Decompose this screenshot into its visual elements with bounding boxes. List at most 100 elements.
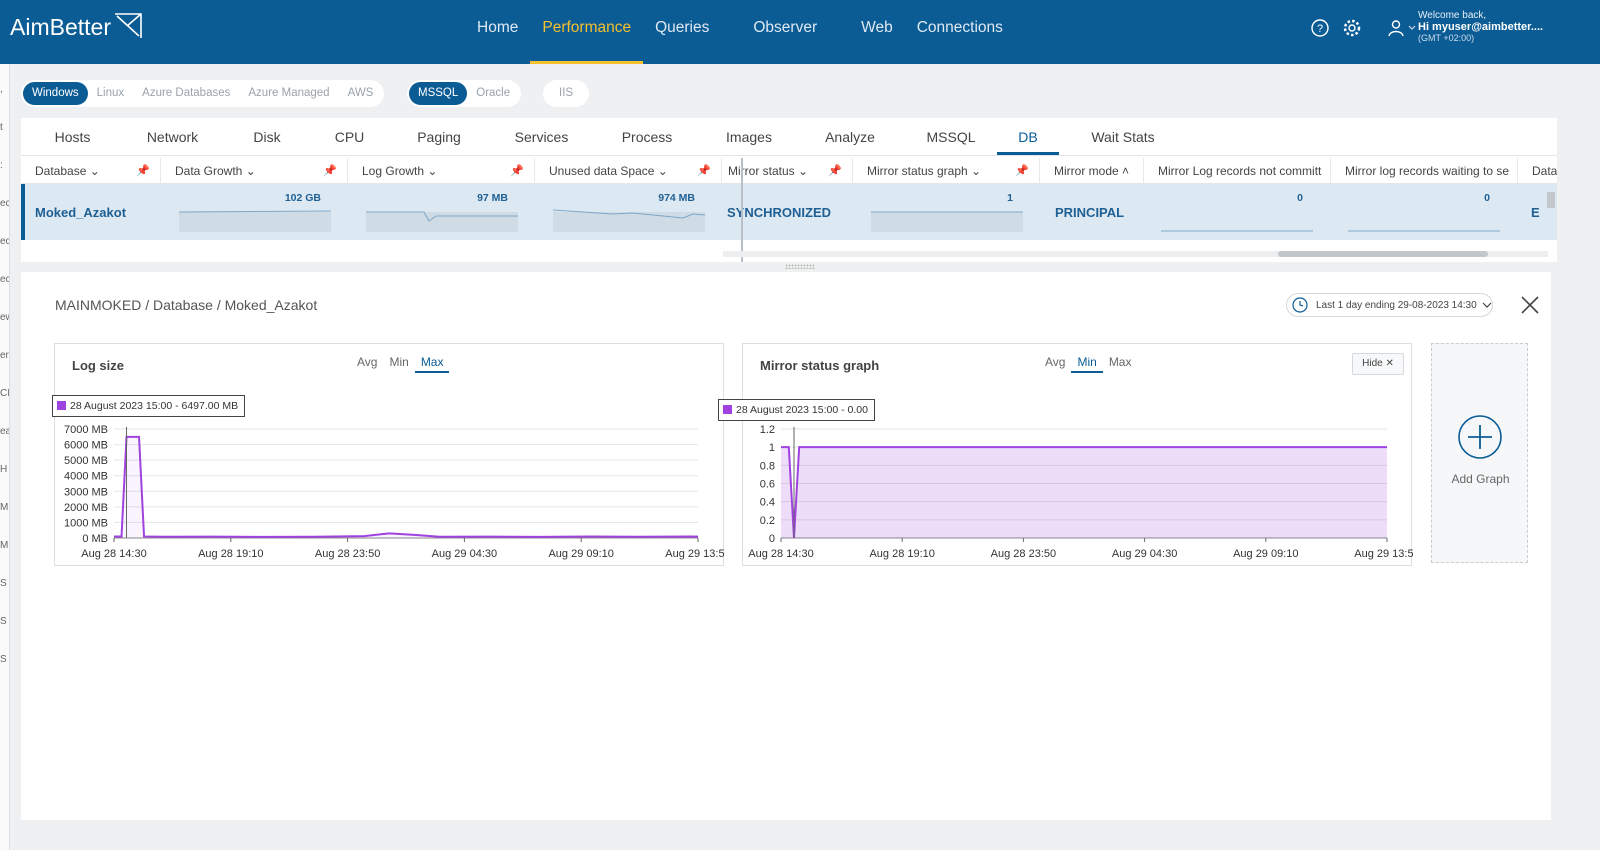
user-block[interactable]: Welcome back, Hi myuser@aimbetter.... (G…: [1418, 10, 1543, 43]
nav-queries[interactable]: Queries: [643, 0, 721, 64]
tab-analyze[interactable]: Analyze: [795, 118, 905, 155]
sidebar-item-stub[interactable]: ec: [0, 274, 9, 285]
tab-network[interactable]: Network: [124, 118, 221, 155]
data-growth-sparkline: [179, 210, 332, 232]
sidebar-item-stub[interactable]: S: [0, 654, 7, 665]
nav-performance[interactable]: Performance: [530, 0, 644, 64]
sidebar-item-stub[interactable]: t: [0, 122, 3, 133]
filter-azure-managed[interactable]: Azure Managed: [239, 82, 338, 105]
filter-azure-databases[interactable]: Azure Databases: [133, 82, 239, 105]
pinned-divider: [741, 158, 743, 262]
nav-home[interactable]: Home: [465, 0, 530, 64]
sidebar-item-stub[interactable]: ec: [0, 198, 9, 209]
sidebar-item-stub[interactable]: M: [0, 502, 8, 513]
nav-web[interactable]: Web: [849, 0, 905, 64]
breadcrumb: MAINMOKED / Database / Moked_Azakot: [55, 297, 318, 313]
sidebar-item-stub[interactable]: S: [0, 578, 7, 589]
sidebar-item-stub[interactable]: :: [0, 160, 3, 171]
sidebar-item-stub[interactable]: S: [0, 616, 7, 627]
add-graph-button[interactable]: Add Graph: [1431, 343, 1528, 563]
pin-icon[interactable]: 📌: [136, 158, 150, 184]
logo-mark-icon: [114, 12, 142, 38]
y-tick-label: 3000 MB: [64, 486, 108, 498]
tab-cpu[interactable]: CPU: [313, 118, 386, 155]
logo[interactable]: AimBetter: [10, 12, 143, 41]
pin-icon[interactable]: 📌: [323, 158, 337, 184]
user-icon[interactable]: [1386, 18, 1406, 38]
tab-disk[interactable]: Disk: [221, 118, 313, 155]
table-row[interactable]: Moked_Azakot 102 GB 97 MB 974 MB SYNCHRO…: [21, 184, 1557, 240]
col-label: Database: [35, 164, 87, 178]
pin-icon[interactable]: 📌: [510, 158, 524, 184]
y-tick-label: 0.4: [760, 497, 775, 509]
vertical-scrollbar[interactable]: [1547, 192, 1555, 208]
filter-iis[interactable]: IIS: [545, 82, 587, 105]
sidebar-item-stub[interactable]: M: [0, 540, 8, 551]
x-tick-label: Aug 28 23:50: [991, 548, 1056, 560]
y-tick-label: 1: [769, 442, 775, 454]
x-tick-label: Aug 28 23:50: [315, 548, 380, 560]
col-database[interactable]: Database ⌄ 📌: [21, 158, 161, 184]
plus-circle-icon: [1458, 415, 1502, 459]
time-range-select[interactable]: Last 1 day ending 29-08-2023 14:30: [1286, 293, 1493, 317]
tab-paging[interactable]: Paging: [386, 118, 492, 155]
help-icon[interactable]: ?: [1310, 18, 1330, 38]
tab-process[interactable]: Process: [591, 118, 703, 155]
nav-observer[interactable]: Observer: [741, 0, 829, 64]
col-label: Unused data Space: [549, 164, 655, 178]
y-tick-label: 0 MB: [82, 533, 108, 545]
tab-wait-stats[interactable]: Wait Stats: [1059, 118, 1187, 155]
sidebar-item-stub[interactable]: er: [0, 350, 9, 361]
filter-aws[interactable]: AWS: [339, 82, 383, 105]
gear-icon[interactable]: [1342, 18, 1362, 38]
cell-log-not-committed: 0: [1161, 184, 1315, 240]
col-mirror-log-not-committed[interactable]: Mirror Log records not committ: [1144, 158, 1331, 184]
sidebar-item-stub[interactable]: ew: [0, 312, 9, 323]
pin-icon[interactable]: 📌: [828, 158, 842, 184]
tab-hosts[interactable]: Hosts: [21, 118, 124, 155]
panel-resize-handle[interactable]: [785, 264, 815, 269]
col-label: Mirror log records waiting to se: [1345, 164, 1510, 178]
chevron-down-icon[interactable]: [1408, 24, 1416, 32]
col-unused-space[interactable]: Unused data Space ⌄ 📌: [535, 158, 722, 184]
pin-icon[interactable]: 📌: [1015, 158, 1029, 184]
x-tick-label: Aug 29 04:30: [1112, 548, 1177, 560]
tab-db[interactable]: DB: [997, 118, 1059, 155]
left-sidebar-collapsed[interactable]: , t: ec ec ec ew er CI ea H M M S S S: [0, 64, 10, 850]
database-name[interactable]: Moked_Azakot: [35, 205, 126, 220]
x-tick-label: Aug 29 09:10: [548, 548, 613, 560]
data-tail-value: E: [1531, 205, 1540, 220]
timezone: (GMT +02:00): [1418, 33, 1475, 43]
os-filter: Windows Linux Azure Databases Azure Managed…: [21, 80, 385, 107]
col-label: Mirror status graph: [867, 164, 968, 178]
col-mirror-log-waiting[interactable]: Mirror log records waiting to se: [1331, 158, 1518, 184]
horizontal-scrollbar[interactable]: [723, 251, 1548, 257]
detail-panel: MAINMOKED / Database / Moked_Azakot Last…: [21, 272, 1551, 820]
col-mirror-status-graph[interactable]: Mirror status graph ⌄ 📌: [853, 158, 1040, 184]
tab-services[interactable]: Services: [492, 118, 591, 155]
filter-linux[interactable]: Linux: [88, 82, 134, 105]
x-tick-label: Aug 29 13:50: [1354, 548, 1413, 560]
tab-images[interactable]: Images: [703, 118, 795, 155]
col-data-growth[interactable]: Data Growth ⌄ 📌: [161, 158, 348, 184]
close-icon[interactable]: [1519, 294, 1541, 316]
cell-log-growth: 97 MB: [366, 184, 520, 240]
col-mirror-mode[interactable]: Mirror mode ˄: [1040, 158, 1144, 184]
tab-mssql[interactable]: MSSQL: [905, 118, 997, 155]
log-size-graph: Log size Avg Min Max 0 MB 1000 MB 2000 MB 300…: [54, 343, 725, 566]
pin-icon[interactable]: 📌: [697, 158, 711, 184]
sidebar-item-stub[interactable]: ,: [0, 84, 3, 95]
filter-mssql[interactable]: MSSQL: [409, 82, 468, 105]
filter-oracle[interactable]: Oracle: [467, 82, 519, 105]
y-tick-label: 6000 MB: [64, 440, 108, 452]
col-log-growth[interactable]: Log Growth ⌄ 📌: [348, 158, 535, 184]
sidebar-item-stub[interactable]: CI: [0, 388, 9, 399]
sidebar-item-stub[interactable]: ec: [0, 236, 9, 247]
cell-database[interactable]: Moked_Azakot: [35, 184, 165, 240]
nav-connections[interactable]: Connections: [905, 0, 1015, 64]
filter-windows[interactable]: Windows: [23, 82, 88, 105]
col-data[interactable]: Data: [1518, 158, 1557, 184]
sidebar-item-stub[interactable]: ea: [0, 426, 9, 437]
scrollbar-thumb[interactable]: [1278, 251, 1488, 257]
sidebar-item-stub[interactable]: H: [0, 464, 7, 475]
